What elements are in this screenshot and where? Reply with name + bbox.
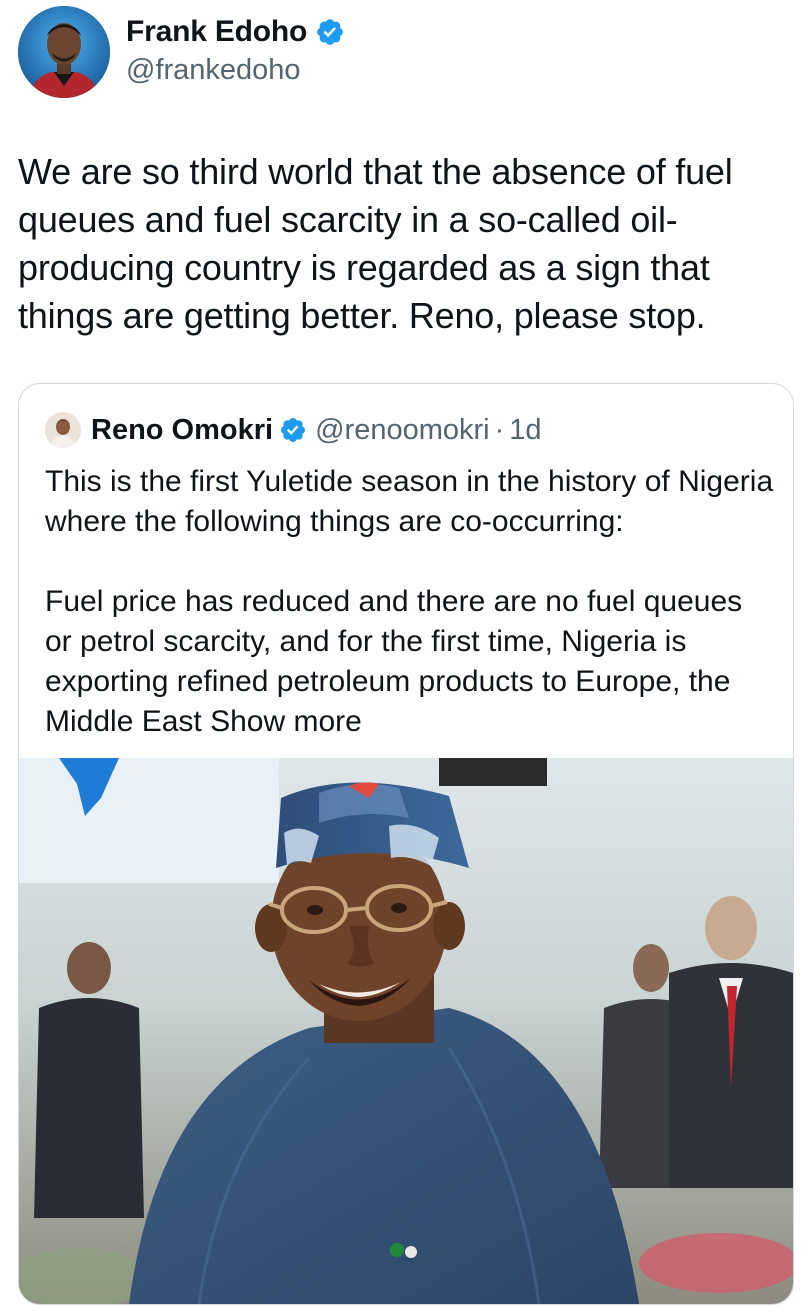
verified-badge-icon[interactable] xyxy=(315,17,345,47)
quoted-tweet-text: This is the first Yuletide season in the… xyxy=(45,462,775,742)
quoted-author-name[interactable]: Reno Omokri xyxy=(91,414,273,447)
author-name[interactable]: Frank Edoho xyxy=(126,15,307,49)
quoted-paragraph-text: Fuel price has reduced and there are no … xyxy=(45,585,743,738)
quoted-author-avatar[interactable] xyxy=(45,412,81,448)
author-name-row: Frank Edoho xyxy=(126,10,345,54)
author-avatar[interactable] xyxy=(18,6,110,98)
quoted-tweet-photo[interactable] xyxy=(19,758,793,1304)
verified-badge-icon[interactable] xyxy=(279,416,307,444)
separator-dot: · xyxy=(494,413,505,446)
author-handle[interactable]: @frankedoho xyxy=(126,54,345,87)
quoted-tweet-header: Reno Omokri @renoomokri · 1d xyxy=(45,410,542,450)
quoted-tweet-card[interactable]: Reno Omokri @renoomokri · 1d This is the… xyxy=(18,383,794,1305)
quoted-paragraph: Fuel price has reduced and there are no … xyxy=(45,582,775,742)
show-more-link[interactable]: Show more xyxy=(210,705,362,738)
quoted-paragraph: This is the first Yuletide season in the… xyxy=(45,465,774,538)
quoted-author-handle[interactable]: @renoomokri xyxy=(315,414,490,447)
tweet-text: We are so third world that the absence o… xyxy=(18,151,733,336)
quoted-tweet-timestamp[interactable]: 1d xyxy=(509,414,541,447)
author-info: Frank Edoho @frankedoho xyxy=(126,10,345,87)
